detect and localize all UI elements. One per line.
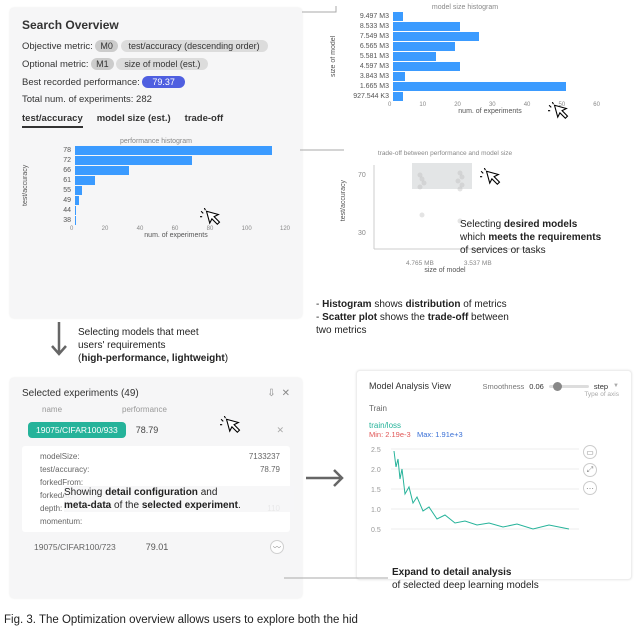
arrow-right-icon bbox=[306, 466, 350, 493]
svg-text:1.0: 1.0 bbox=[371, 507, 381, 514]
panel-title: Search Overview bbox=[22, 18, 290, 32]
search-overview-panel: Search Overview Objective metric: M0 tes… bbox=[10, 8, 302, 318]
tradeoff-scatter[interactable]: trade-off between performance and model … bbox=[350, 150, 540, 280]
loss-chart[interactable]: 2.5 2.0 1.5 1.0 0.5 bbox=[369, 439, 579, 549]
panel-title: Selected experiments (49) bbox=[22, 388, 139, 399]
hist-bar[interactable]: 4.597 M3 bbox=[339, 62, 600, 71]
total-exp-label: Total num. of experiments: 282 bbox=[22, 94, 290, 105]
svg-text:2.5: 2.5 bbox=[371, 447, 381, 454]
hist-bar[interactable]: 3.843 M3 bbox=[339, 72, 600, 81]
xtick: 4.765 MB bbox=[406, 260, 434, 267]
chart-title: model size histogram bbox=[330, 4, 600, 11]
cursor-click-icon bbox=[548, 102, 574, 131]
hist-bar[interactable]: 38 bbox=[33, 216, 290, 225]
hist-bar[interactable]: 49 bbox=[33, 196, 290, 205]
hist-bar[interactable]: 72 bbox=[33, 156, 290, 165]
chart-title: performance histogram bbox=[22, 138, 290, 145]
chart-action-icon[interactable]: ⤢ bbox=[583, 463, 597, 477]
xtick: 3.537 MB bbox=[464, 260, 492, 267]
arrow-down-icon bbox=[48, 322, 70, 365]
hist-bar[interactable]: 6.565 M3 bbox=[339, 42, 600, 51]
x-axis-label: size of model bbox=[350, 267, 540, 274]
smoothness-value: 0.06 bbox=[529, 382, 544, 391]
hist-bar[interactable]: 1.665 M3 bbox=[339, 82, 600, 91]
y-axis-label: size of model bbox=[330, 11, 337, 102]
cursor-click-icon bbox=[220, 416, 246, 444]
min-label: Min: 2.19e-3 bbox=[369, 430, 411, 439]
meta-row: modelSize:7133237 bbox=[22, 450, 290, 463]
cursor-click-icon bbox=[480, 168, 506, 197]
model-size-histogram[interactable]: model size histogram size of model 9.497… bbox=[330, 4, 600, 115]
hist-bar[interactable]: 927.544 K3 bbox=[339, 92, 600, 101]
best-perf-row: Best recorded performance: 79.37 bbox=[22, 76, 290, 88]
x-axis-label: num. of experiments bbox=[22, 232, 290, 239]
tab-model-size[interactable]: model size (est.) bbox=[97, 113, 171, 128]
expand-icon[interactable]: 〰 bbox=[270, 540, 284, 554]
best-perf-label: Best recorded performance: bbox=[22, 77, 140, 88]
hist-bar[interactable]: 78 bbox=[33, 146, 290, 155]
caption-expand-detail: Expand to detail analysis of selected de… bbox=[392, 566, 622, 592]
metric-code-chip[interactable]: M1 bbox=[91, 58, 114, 70]
experiment-perf: 78.79 bbox=[136, 425, 159, 435]
tabs-row: test/accuracy model size (est.) trade-of… bbox=[22, 113, 290, 128]
svg-text:70: 70 bbox=[358, 172, 366, 179]
svg-text:2.0: 2.0 bbox=[371, 467, 381, 474]
hist-bar[interactable]: 66 bbox=[33, 166, 290, 175]
best-perf-value: 79.37 bbox=[142, 76, 185, 88]
metric-code-chip[interactable]: M0 bbox=[95, 40, 118, 52]
download-icon[interactable]: ⇩ bbox=[267, 388, 275, 399]
col-name: name bbox=[42, 405, 62, 414]
objective-metric-label: Objective metric: bbox=[22, 41, 93, 52]
objective-metric-row: Objective metric: M0 test/accuracy (desc… bbox=[22, 40, 290, 52]
experiment-name: 19075/CIFAR100/933 bbox=[28, 422, 126, 438]
performance-histogram[interactable]: performance histogram test/accuracy 7872… bbox=[22, 138, 290, 239]
axis-type-label: Type of axis bbox=[369, 391, 619, 398]
experiment-name: 19075/CIFAR100/723 bbox=[28, 542, 116, 552]
optional-metric-row: Optional metric: M1 size of model (est.) bbox=[22, 58, 290, 70]
optional-metric-label: Optional metric: bbox=[22, 59, 89, 70]
y-axis-label: test/accuracy bbox=[22, 145, 29, 226]
hist-bar[interactable]: 9.497 M3 bbox=[339, 12, 600, 21]
section-label: Train bbox=[369, 404, 619, 413]
svg-text:0.5: 0.5 bbox=[371, 527, 381, 534]
hist-bar[interactable]: 44 bbox=[33, 206, 290, 215]
tab-accuracy[interactable]: test/accuracy bbox=[22, 113, 83, 128]
caption-select-models: Selecting models that meet users' requir… bbox=[78, 326, 288, 365]
figure-caption: Fig. 3. The Optimization overview allows… bbox=[4, 614, 358, 626]
svg-text:30: 30 bbox=[358, 230, 366, 237]
caption-showing-detail: Showing detail configuration and meta-da… bbox=[64, 486, 294, 512]
chart-title: trade-off between performance and model … bbox=[350, 150, 540, 157]
meta-row: momentum: bbox=[22, 515, 290, 528]
y-axis-label: test/accuracy bbox=[340, 180, 347, 221]
svg-text:1.5: 1.5 bbox=[371, 487, 381, 494]
remove-icon[interactable]: ✕ bbox=[276, 425, 284, 436]
hist-bar[interactable]: 55 bbox=[33, 186, 290, 195]
panel-title: Model Analysis View bbox=[369, 381, 451, 391]
experiment-row[interactable]: 19075/CIFAR100/723 79.01 〰 bbox=[22, 536, 290, 558]
experiment-perf: 79.01 bbox=[146, 542, 169, 552]
max-label: Max: 1.91e+3 bbox=[417, 430, 463, 439]
smoothness-slider[interactable] bbox=[549, 385, 589, 388]
experiment-row[interactable]: 19075/CIFAR100/933 78.79 ✕ bbox=[22, 418, 290, 442]
meta-row: test/accuracy:78.79 bbox=[22, 463, 290, 476]
tab-tradeoff[interactable]: trade-off bbox=[185, 113, 224, 128]
chart-action-icon[interactable]: ⋯ bbox=[583, 481, 597, 495]
chart-action-icon[interactable]: ▭ bbox=[583, 445, 597, 459]
model-analysis-panel: Model Analysis View Smoothness 0.06 step… bbox=[356, 370, 632, 580]
axis-type-value[interactable]: step bbox=[594, 382, 608, 391]
col-performance: performance bbox=[122, 405, 167, 414]
hist-bar[interactable]: 61 bbox=[33, 176, 290, 185]
hist-bar[interactable]: 5.581 M3 bbox=[339, 52, 600, 61]
metric-name: train/loss bbox=[369, 421, 619, 430]
caption-select-desired: Selecting desired models which meets the… bbox=[460, 218, 630, 257]
hist-bar[interactable]: 8.533 M3 bbox=[339, 22, 600, 31]
close-icon[interactable]: ✕ bbox=[282, 388, 290, 399]
cursor-click-icon bbox=[200, 208, 226, 237]
chevron-down-icon[interactable]: ▼ bbox=[613, 383, 619, 389]
optional-metric-chip[interactable]: size of model (est.) bbox=[116, 58, 208, 70]
caption-hist-scatter: - Histogram shows distribution of metric… bbox=[316, 298, 626, 337]
smoothness-label: Smoothness bbox=[483, 382, 525, 391]
hist-bar[interactable]: 7.549 M3 bbox=[339, 32, 600, 41]
objective-metric-chip[interactable]: test/accuracy (descending order) bbox=[121, 40, 268, 52]
